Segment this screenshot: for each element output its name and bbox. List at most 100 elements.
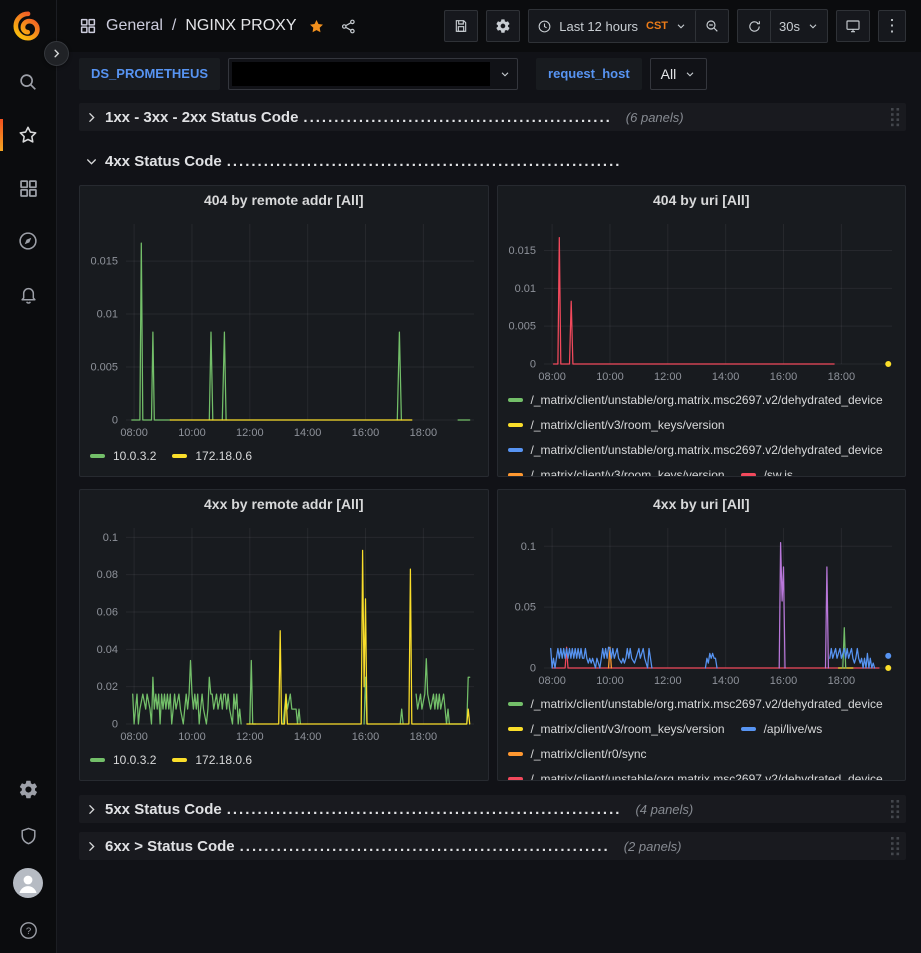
chevron-down-icon <box>684 68 696 80</box>
row-6xx[interactable]: 6xx > Status Code ......................… <box>79 832 906 860</box>
share-icon[interactable] <box>340 18 357 35</box>
legend-item[interactable]: 10.0.3.2 <box>90 753 156 767</box>
variable-label-ds-prometheus[interactable]: DS_PROMETHEUS <box>79 58 220 90</box>
legend-series-label: 10.0.3.2 <box>113 449 156 463</box>
sidebar-item-profile[interactable] <box>0 870 56 896</box>
row-1xx-3xx-2xx[interactable]: 1xx - 3xx - 2xx Status Code ............… <box>79 103 906 131</box>
row-title: 4xx Status Code <box>105 153 222 170</box>
legend-series-label: /api/live/ws <box>764 722 823 736</box>
svg-text:14:00: 14:00 <box>711 371 739 383</box>
svg-text:0.1: 0.1 <box>103 532 118 544</box>
variable-value-select[interactable] <box>228 58 518 90</box>
timeseries-chart[interactable]: 00.0050.010.01508:0010:0012:0014:0016:00… <box>80 214 488 442</box>
legend-item[interactable]: 172.18.0.6 <box>172 449 252 463</box>
legend-row: 10.0.3.2 172.18.0.6 <box>90 747 478 772</box>
sidebar: ? <box>0 0 57 953</box>
panel-title[interactable]: 4xx by remote addr [All] <box>80 490 488 518</box>
chevron-right-icon <box>85 111 98 124</box>
save-dashboard-button[interactable] <box>444 10 478 42</box>
legend-series-label: /_matrix/client/unstable/org.matrix.msc2… <box>531 393 883 407</box>
main-area: General / NGINX PROXY <box>57 0 921 953</box>
dashboard-settings-button[interactable] <box>486 10 520 42</box>
star-icon <box>17 124 39 146</box>
legend-item[interactable]: /_matrix/client/v3/room_keys/version <box>508 722 725 736</box>
sidebar-item-alerting[interactable] <box>0 281 56 307</box>
legend-series-color <box>172 454 187 458</box>
question-circle-icon: ? <box>18 920 39 941</box>
legend-series-color <box>508 423 523 427</box>
chart-legend: /_matrix/client/unstable/org.matrix.msc2… <box>498 690 906 780</box>
svg-text:18:00: 18:00 <box>410 731 438 743</box>
sidebar-nav-top <box>0 69 56 307</box>
sidebar-item-explore[interactable] <box>0 228 56 254</box>
variable-label-request-host[interactable]: request_host <box>536 58 642 90</box>
shield-icon <box>18 826 39 847</box>
legend-item[interactable]: /_matrix/client/v3/room_keys/version <box>508 468 725 477</box>
legend-item[interactable]: 10.0.3.2 <box>90 449 156 463</box>
dashboard-toolbar: Last 12 hours CST <box>444 9 906 43</box>
svg-text:10:00: 10:00 <box>178 731 206 743</box>
sidebar-item-configuration[interactable] <box>0 776 56 802</box>
svg-text:18:00: 18:00 <box>827 371 855 383</box>
variable-value-request-host[interactable]: All <box>650 58 708 90</box>
sidebar-expand-toggle[interactable] <box>44 41 69 66</box>
dashboards-breadcrumb-icon <box>79 17 97 35</box>
chevron-right-icon <box>85 803 98 816</box>
legend-row: 10.0.3.2 172.18.0.6 <box>90 443 478 468</box>
svg-text:0: 0 <box>112 719 118 731</box>
refresh-interval-picker[interactable]: 30s <box>770 10 827 42</box>
variables-bar: DS_PROMETHEUS request_host All <box>57 52 921 95</box>
legend-item[interactable]: /_matrix/client/unstable/org.matrix.msc2… <box>508 772 883 781</box>
sidebar-item-search[interactable] <box>0 69 56 95</box>
sidebar-item-help[interactable]: ? <box>0 917 56 943</box>
row-5xx[interactable]: 5xx Status Code ........................… <box>79 795 906 823</box>
legend-item[interactable]: /_matrix/client/unstable/org.matrix.msc2… <box>508 443 883 457</box>
breadcrumb-folder[interactable]: General <box>106 17 163 35</box>
row-title-dots: ........................................… <box>227 153 622 170</box>
row-panel-count: (6 panels) <box>626 110 684 125</box>
legend-item[interactable]: /_matrix/client/r0/sync <box>508 747 647 761</box>
time-range-picker[interactable]: Last 12 hours CST <box>529 10 695 42</box>
row-4xx[interactable]: 4xx Status Code ........................… <box>79 147 906 175</box>
drag-handle-icon[interactable] <box>890 799 901 819</box>
row-title: 5xx Status Code <box>105 801 222 818</box>
gear-icon <box>18 779 39 800</box>
more-options-kebab-button[interactable]: ⋮ <box>878 10 906 42</box>
legend-item[interactable]: /_matrix/client/unstable/org.matrix.msc2… <box>508 393 883 407</box>
dashboards-grid-icon <box>18 178 39 199</box>
legend-row: /_matrix/client/unstable/org.matrix.msc2… <box>508 437 896 462</box>
legend-series-color <box>90 758 105 762</box>
legend-item[interactable]: /_matrix/client/v3/room_keys/version <box>508 418 725 432</box>
chevron-down-icon <box>675 20 687 32</box>
sidebar-item-server-admin[interactable] <box>0 823 56 849</box>
legend-item[interactable]: /sw.js <box>741 468 793 477</box>
grafana-logo-icon[interactable] <box>13 11 43 41</box>
sidebar-item-starred[interactable] <box>0 122 56 148</box>
legend-series-color <box>508 727 523 731</box>
svg-text:0.015: 0.015 <box>508 245 536 257</box>
timeseries-chart[interactable]: 00.050.108:0010:0012:0014:0016:0018:00 <box>498 518 906 690</box>
legend-item[interactable]: 172.18.0.6 <box>172 753 252 767</box>
refresh-group: 30s <box>737 9 828 43</box>
zoom-out-time-button[interactable] <box>695 10 728 42</box>
legend-row: /_matrix/client/v3/room_keys/version/sw.… <box>508 462 896 476</box>
chart-legend: 10.0.3.2 172.18.0.6 <box>80 442 488 472</box>
timeseries-chart[interactable]: 00.0050.010.01508:0010:0012:0014:0016:00… <box>498 214 906 386</box>
sidebar-item-dashboards[interactable] <box>0 175 56 201</box>
tv-kiosk-mode-button[interactable] <box>836 10 870 42</box>
timeseries-chart[interactable]: 00.020.040.060.080.108:0010:0012:0014:00… <box>80 518 488 746</box>
svg-text:12:00: 12:00 <box>654 371 682 383</box>
panel-title[interactable]: 4xx by uri [All] <box>498 490 906 518</box>
svg-text:12:00: 12:00 <box>654 675 682 687</box>
panel-row-404: 404 by remote addr [All] 00.0050.010.015… <box>79 185 906 477</box>
panel-title[interactable]: 404 by remote addr [All] <box>80 186 488 214</box>
drag-handle-icon[interactable] <box>890 836 901 856</box>
panel-title[interactable]: 404 by uri [All] <box>498 186 906 214</box>
refresh-button[interactable] <box>738 10 770 42</box>
legend-series-color <box>508 448 523 452</box>
legend-item[interactable]: /api/live/ws <box>741 722 823 736</box>
legend-item[interactable]: /_matrix/client/unstable/org.matrix.msc2… <box>508 697 883 711</box>
drag-handle-icon[interactable] <box>890 107 901 127</box>
favorite-star-icon[interactable] <box>308 18 325 35</box>
dashboard-title[interactable]: NGINX PROXY <box>185 17 296 35</box>
